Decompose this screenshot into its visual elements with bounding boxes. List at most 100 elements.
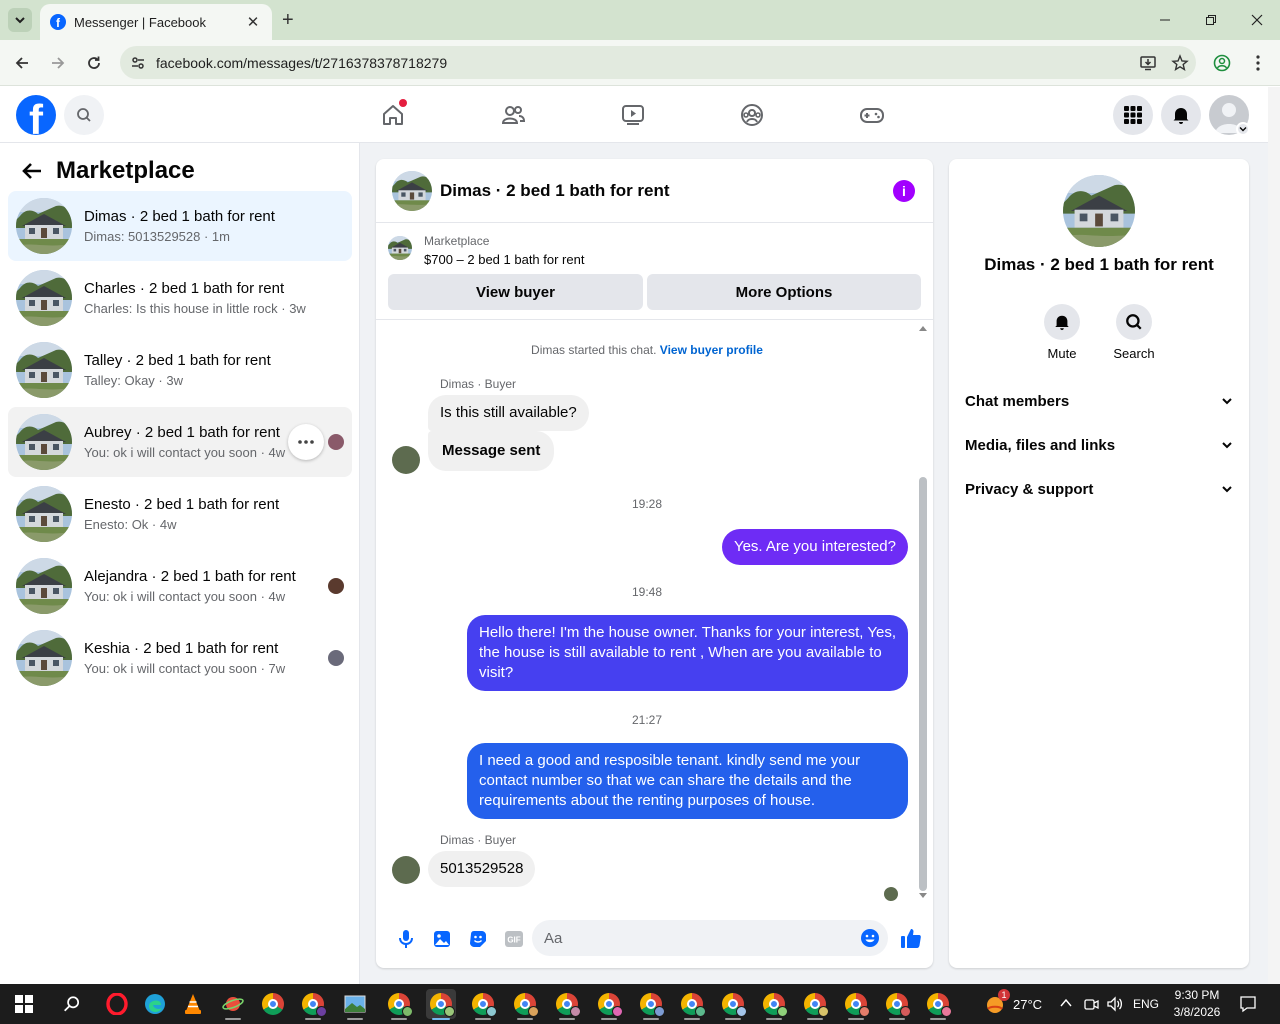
- privacy-support-section[interactable]: Privacy & support: [957, 467, 1241, 511]
- edge-app[interactable]: [140, 989, 170, 1019]
- weather-widget[interactable]: 1: [980, 989, 1010, 1019]
- chrome-profile-app[interactable]: [677, 989, 707, 1020]
- house-thumbnail[interactable]: [1063, 175, 1135, 247]
- notification-center-icon[interactable]: [1239, 995, 1257, 1013]
- menu-button[interactable]: [1113, 95, 1153, 135]
- back-arrow-icon[interactable]: [20, 159, 44, 183]
- media-files-links-section[interactable]: Media, files and links: [957, 423, 1241, 467]
- volume-icon[interactable]: [1106, 996, 1124, 1012]
- message-input[interactable]: [544, 929, 860, 947]
- chat-item-keshia[interactable]: Keshia · 2 bed 1 bath for rent You: ok i…: [8, 623, 352, 693]
- emoji-icon[interactable]: [860, 928, 880, 948]
- chat-item-dimas[interactable]: Dimas · 2 bed 1 bath for rent Dimas: 501…: [8, 191, 352, 261]
- back-button[interactable]: [11, 52, 33, 74]
- chrome-profile-app[interactable]: [882, 989, 912, 1020]
- close-window-button[interactable]: [1245, 8, 1269, 32]
- scroll-thumb[interactable]: [919, 477, 927, 891]
- nav-groups[interactable]: [736, 99, 768, 131]
- minimize-button[interactable]: [1153, 8, 1177, 32]
- chat-item-alejandra[interactable]: Alejandra · 2 bed 1 bath for rent You: o…: [8, 551, 352, 621]
- more-options-button[interactable]: More Options: [647, 274, 921, 310]
- conversation-title[interactable]: Dimas · 2 bed 1 bath for rent: [440, 181, 893, 201]
- voice-clip-button[interactable]: [388, 921, 424, 957]
- reload-button[interactable]: [83, 52, 105, 74]
- info-icon[interactable]: i: [893, 179, 915, 202]
- tab-search-button[interactable]: [8, 8, 32, 32]
- browser-menu-button[interactable]: [1247, 52, 1269, 74]
- chat-item-enesto[interactable]: Enesto · 2 bed 1 bath for rent Enesto: O…: [8, 479, 352, 549]
- chat-item-charles[interactable]: Charles · 2 bed 1 bath for rent Charles:…: [8, 263, 352, 333]
- attach-photo-button[interactable]: [424, 921, 460, 957]
- house-thumbnail[interactable]: [392, 170, 432, 211]
- chrome-app[interactable]: [258, 989, 288, 1019]
- address-bar[interactable]: facebook.com/messages/t/2716378378718279: [120, 46, 1196, 79]
- chrome-profile-app[interactable]: [636, 989, 666, 1020]
- incoming-message[interactable]: 5013529528: [428, 851, 536, 887]
- scroll-down-icon[interactable]: [919, 893, 927, 899]
- forward-button[interactable]: [47, 52, 69, 74]
- install-app-icon[interactable]: [1132, 54, 1164, 72]
- chrome-profile-app[interactable]: [468, 989, 498, 1020]
- chrome-profile-app[interactable]: [718, 989, 748, 1020]
- clock-date[interactable]: 3/8/2026: [1170, 1005, 1224, 1019]
- chrome-profile-app[interactable]: [759, 989, 789, 1020]
- chrome-profile-app[interactable]: [298, 989, 328, 1020]
- chat-item-talley[interactable]: Talley · 2 bed 1 bath for rent Talley: O…: [8, 335, 352, 405]
- language-indicator[interactable]: ENG: [1133, 997, 1159, 1011]
- url-text[interactable]: facebook.com/messages/t/2716378378718279: [156, 55, 1132, 71]
- view-buyer-profile-link[interactable]: View buyer profile: [660, 343, 763, 357]
- photos-app[interactable]: [340, 989, 370, 1020]
- browser-tab[interactable]: f Messenger | Facebook ✕: [40, 4, 272, 40]
- meet-now-icon[interactable]: [1083, 996, 1099, 1012]
- nav-video[interactable]: [617, 99, 649, 131]
- chat-members-section[interactable]: Chat members: [957, 379, 1241, 423]
- start-button[interactable]: [9, 989, 39, 1019]
- gif-button[interactable]: GIF: [496, 921, 532, 957]
- chrome-profile-app-active[interactable]: [426, 989, 456, 1020]
- chrome-profile-app[interactable]: [510, 989, 540, 1020]
- chrome-profile-app[interactable]: [384, 989, 414, 1020]
- clock-time[interactable]: 9:30 PM: [1173, 988, 1221, 1002]
- message-scrollbar[interactable]: [916, 321, 930, 903]
- tab-close-icon[interactable]: ✕: [244, 13, 262, 31]
- notifications-button[interactable]: [1161, 95, 1201, 135]
- buyer-avatar[interactable]: [392, 856, 420, 884]
- sticker-button[interactable]: [460, 921, 496, 957]
- outgoing-message[interactable]: I need a good and resposible tenant. kin…: [467, 743, 908, 819]
- vlc-app[interactable]: [178, 989, 208, 1019]
- view-buyer-button[interactable]: View buyer: [388, 274, 643, 310]
- restore-button[interactable]: [1199, 8, 1223, 32]
- page-scrollbar[interactable]: [1268, 87, 1280, 984]
- mute-button[interactable]: Mute: [1032, 304, 1092, 361]
- site-settings-icon[interactable]: [120, 55, 156, 71]
- new-tab-button[interactable]: +: [282, 9, 294, 32]
- nav-gaming[interactable]: [856, 99, 888, 131]
- taskbar-search-button[interactable]: [57, 989, 87, 1019]
- chat-item-aubrey[interactable]: Aubrey · 2 bed 1 bath for rent You: ok i…: [8, 407, 352, 477]
- opera-app[interactable]: [102, 989, 132, 1019]
- nav-home[interactable]: [377, 99, 409, 131]
- message-list[interactable]: Dimas started this chat. View buyer prof…: [376, 321, 933, 903]
- outgoing-message[interactable]: Hello there! I'm the house owner. Thanks…: [467, 615, 908, 691]
- chrome-profile-app[interactable]: [552, 989, 582, 1020]
- chrome-profile-app[interactable]: [841, 989, 871, 1020]
- like-button[interactable]: [896, 923, 926, 953]
- weather-temp[interactable]: 27°C: [1013, 997, 1042, 1012]
- listing-title[interactable]: $700 – 2 bed 1 bath for rent: [424, 252, 584, 267]
- facebook-logo-icon[interactable]: f: [16, 95, 56, 135]
- search-in-conversation-button[interactable]: Search: [1104, 304, 1164, 361]
- chat-more-button[interactable]: [288, 424, 324, 460]
- outgoing-message[interactable]: Yes. Are you interested?: [721, 529, 908, 565]
- scroll-up-icon[interactable]: [919, 325, 927, 331]
- nav-friends[interactable]: [497, 99, 529, 131]
- account-caret-icon[interactable]: [1236, 122, 1250, 136]
- chrome-profile-app[interactable]: [594, 989, 624, 1020]
- planet-app[interactable]: [218, 989, 248, 1020]
- bookmark-star-icon[interactable]: [1164, 53, 1196, 72]
- facebook-search-button[interactable]: [64, 95, 104, 135]
- chevron-up-icon[interactable]: [1060, 998, 1072, 1008]
- chrome-profile-app[interactable]: [923, 989, 953, 1020]
- profile-button[interactable]: [1211, 52, 1233, 74]
- buyer-avatar[interactable]: [392, 446, 420, 474]
- incoming-message[interactable]: Message sent: [428, 431, 555, 471]
